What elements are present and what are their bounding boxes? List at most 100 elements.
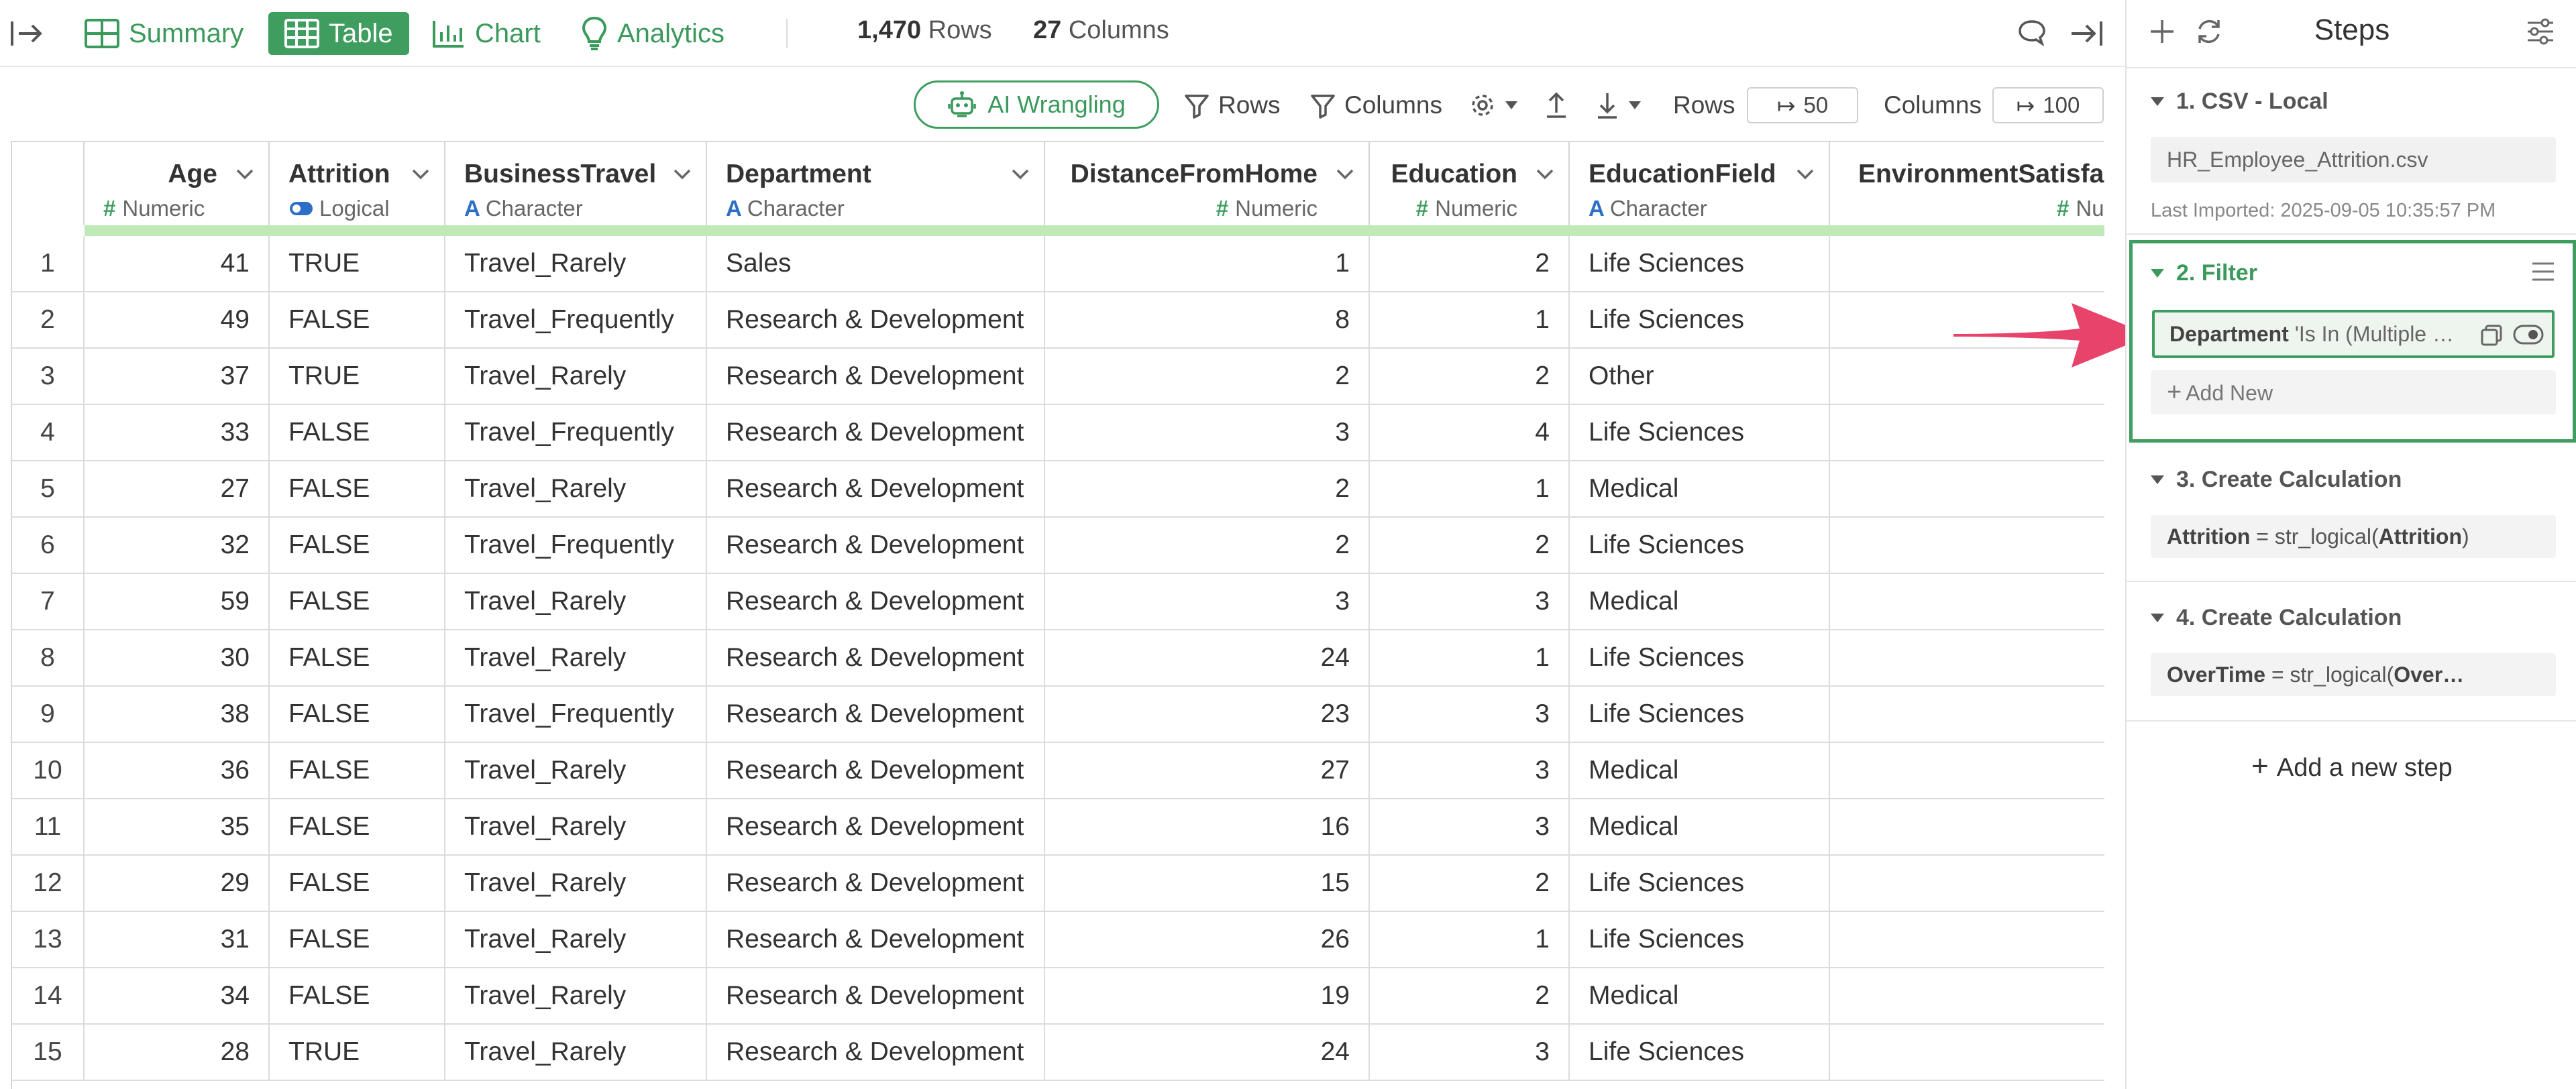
department-cell[interactable]: Sales	[707, 236, 1045, 292]
distancefromhome-cell[interactable]: 3	[1045, 574, 1370, 630]
row-number-cell[interactable]: 3	[12, 349, 85, 405]
row-number-cell[interactable]: 12	[12, 856, 85, 912]
businesstravel-cell[interactable]: Travel_Rarely	[445, 630, 707, 687]
education-cell[interactable]: 1	[1370, 912, 1570, 968]
table-row[interactable]: 1 41 TRUE Travel_Rarely Sales 1 2 Life Sciences	[12, 236, 2104, 292]
row-number-cell[interactable]: 10	[12, 743, 85, 799]
education-cell[interactable]: 2	[1370, 856, 1570, 912]
department-cell[interactable]: Research & Development	[707, 405, 1045, 461]
tab-analytics[interactable]: Analytics	[581, 12, 724, 55]
businesstravel-cell[interactable]: Travel_Frequently	[445, 405, 707, 461]
attrition-cell[interactable]: TRUE	[270, 236, 445, 292]
age-cell[interactable]: 32	[85, 518, 270, 574]
columns-limit-input[interactable]: ↦ 100	[1992, 87, 2104, 123]
row-number-cell[interactable]: 11	[12, 799, 85, 856]
educationfield-cell[interactable]: Life Sciences	[1570, 630, 1830, 687]
education-cell[interactable]: 3	[1370, 743, 1570, 799]
department-cell[interactable]: Research & Development	[707, 912, 1045, 968]
row-number-cell[interactable]: 13	[12, 912, 85, 968]
distancefromhome-cell[interactable]: 19	[1045, 968, 1370, 1025]
attrition-cell[interactable]: FALSE	[270, 574, 445, 630]
age-cell[interactable]: 28	[85, 1025, 270, 1081]
chevron-down-icon[interactable]	[672, 168, 692, 181]
environmentsatisfaction-cell[interactable]	[1830, 630, 2104, 687]
row-number-cell[interactable]: 15	[12, 1025, 85, 1081]
table-row[interactable]: 4 33 FALSE Travel_Frequently Research & Deve…	[12, 405, 2104, 461]
column-header-distancefromhome[interactable]: DistanceFromHome # Numeric	[1045, 142, 1370, 225]
chevron-down-icon[interactable]	[1335, 168, 1355, 181]
row-number-cell[interactable]: 7	[12, 574, 85, 630]
attrition-cell[interactable]: FALSE	[270, 687, 445, 743]
educationfield-cell[interactable]: Life Sciences	[1570, 856, 1830, 912]
rows-limit-input[interactable]: ↦ 50	[1747, 87, 1858, 123]
education-cell[interactable]: 1	[1370, 461, 1570, 518]
education-cell[interactable]: 1	[1370, 292, 1570, 349]
collapse-left-icon[interactable]	[9, 17, 44, 53]
add-step-button[interactable]: + Add a new step	[2127, 750, 2576, 783]
menu-icon[interactable]	[2530, 260, 2556, 286]
department-cell[interactable]: Research & Development	[707, 1025, 1045, 1081]
businesstravel-cell[interactable]: Travel_Frequently	[445, 292, 707, 349]
download-menu-button[interactable]	[1595, 87, 1650, 123]
table-row[interactable]: 14 34 FALSE Travel_Rarely Research & Develop…	[12, 968, 2104, 1025]
educationfield-cell[interactable]: Life Sciences	[1570, 405, 1830, 461]
table-row[interactable]: 11 35 FALSE Travel_Rarely Research & Develop…	[12, 799, 2104, 856]
add-filter-button[interactable]: + Add New	[2151, 370, 2556, 414]
distancefromhome-cell[interactable]: 26	[1045, 912, 1370, 968]
distancefromhome-cell[interactable]: 16	[1045, 799, 1370, 856]
filter-condition[interactable]: Department 'Is In (Multiple …	[2152, 310, 2555, 358]
businesstravel-cell[interactable]: Travel_Rarely	[445, 743, 707, 799]
table-row[interactable]: 7 59 FALSE Travel_Rarely Research & Developm…	[12, 574, 2104, 630]
chevron-down-icon[interactable]	[1535, 168, 1555, 181]
environmentsatisfaction-cell[interactable]	[1830, 968, 2104, 1025]
sliders-icon[interactable]	[2525, 16, 2556, 50]
table-row[interactable]: 2 49 FALSE Travel_Frequently Research & Deve…	[12, 292, 2104, 349]
age-cell[interactable]: 34	[85, 968, 270, 1025]
businesstravel-cell[interactable]: Travel_Rarely	[445, 574, 707, 630]
environmentsatisfaction-cell[interactable]	[1830, 518, 2104, 574]
education-cell[interactable]: 2	[1370, 236, 1570, 292]
settings-menu-button[interactable]	[1469, 87, 1527, 123]
department-cell[interactable]: Research & Development	[707, 968, 1045, 1025]
attrition-cell[interactable]: TRUE	[270, 1025, 445, 1081]
environmentsatisfaction-cell[interactable]	[1830, 687, 2104, 743]
step-4-header[interactable]: 4. Create Calculation	[2151, 605, 2402, 631]
age-cell[interactable]: 49	[85, 292, 270, 349]
educationfield-cell[interactable]: Medical	[1570, 461, 1830, 518]
age-cell[interactable]: 27	[85, 461, 270, 518]
step-1-header[interactable]: 1. CSV - Local	[2151, 89, 2328, 115]
tab-table[interactable]: Table	[268, 12, 409, 55]
department-cell[interactable]: Research & Development	[707, 574, 1045, 630]
distancefromhome-cell[interactable]: 2	[1045, 349, 1370, 405]
age-cell[interactable]: 30	[85, 630, 270, 687]
environmentsatisfaction-cell[interactable]	[1830, 1025, 2104, 1081]
distancefromhome-cell[interactable]: 3	[1045, 405, 1370, 461]
table-row[interactable]: 6 32 FALSE Travel_Frequently Research & Deve…	[12, 518, 2104, 574]
step-3-header[interactable]: 3. Create Calculation	[2151, 467, 2402, 493]
row-number-cell[interactable]: 2	[12, 292, 85, 349]
age-cell[interactable]: 38	[85, 687, 270, 743]
businesstravel-cell[interactable]: Travel_Rarely	[445, 461, 707, 518]
businesstravel-cell[interactable]: Travel_Frequently	[445, 687, 707, 743]
attrition-cell[interactable]: FALSE	[270, 461, 445, 518]
age-cell[interactable]: 33	[85, 405, 270, 461]
environmentsatisfaction-cell[interactable]	[1830, 856, 2104, 912]
step-4-formula[interactable]: OverTime = str_logical(Over…	[2151, 653, 2556, 696]
department-cell[interactable]: Research & Development	[707, 349, 1045, 405]
attrition-cell[interactable]: FALSE	[270, 856, 445, 912]
age-cell[interactable]: 36	[85, 743, 270, 799]
attrition-cell[interactable]: FALSE	[270, 968, 445, 1025]
distancefromhome-cell[interactable]: 15	[1045, 856, 1370, 912]
chevron-down-icon[interactable]	[1795, 168, 1815, 181]
department-cell[interactable]: Research & Development	[707, 856, 1045, 912]
distancefromhome-cell[interactable]: 24	[1045, 1025, 1370, 1081]
table-row[interactable]: 8 30 FALSE Travel_Rarely Research & Developm…	[12, 630, 2104, 687]
educationfield-cell[interactable]: Medical	[1570, 743, 1830, 799]
row-number-cell[interactable]: 8	[12, 630, 85, 687]
environmentsatisfaction-cell[interactable]	[1830, 405, 2104, 461]
department-cell[interactable]: Research & Development	[707, 461, 1045, 518]
table-row[interactable]: 15 28 TRUE Travel_Rarely Research & Developm…	[12, 1025, 2104, 1081]
chevron-down-icon[interactable]	[1010, 168, 1030, 181]
table-row[interactable]: 5 27 FALSE Travel_Rarely Research & Developm…	[12, 461, 2104, 518]
education-cell[interactable]: 2	[1370, 349, 1570, 405]
